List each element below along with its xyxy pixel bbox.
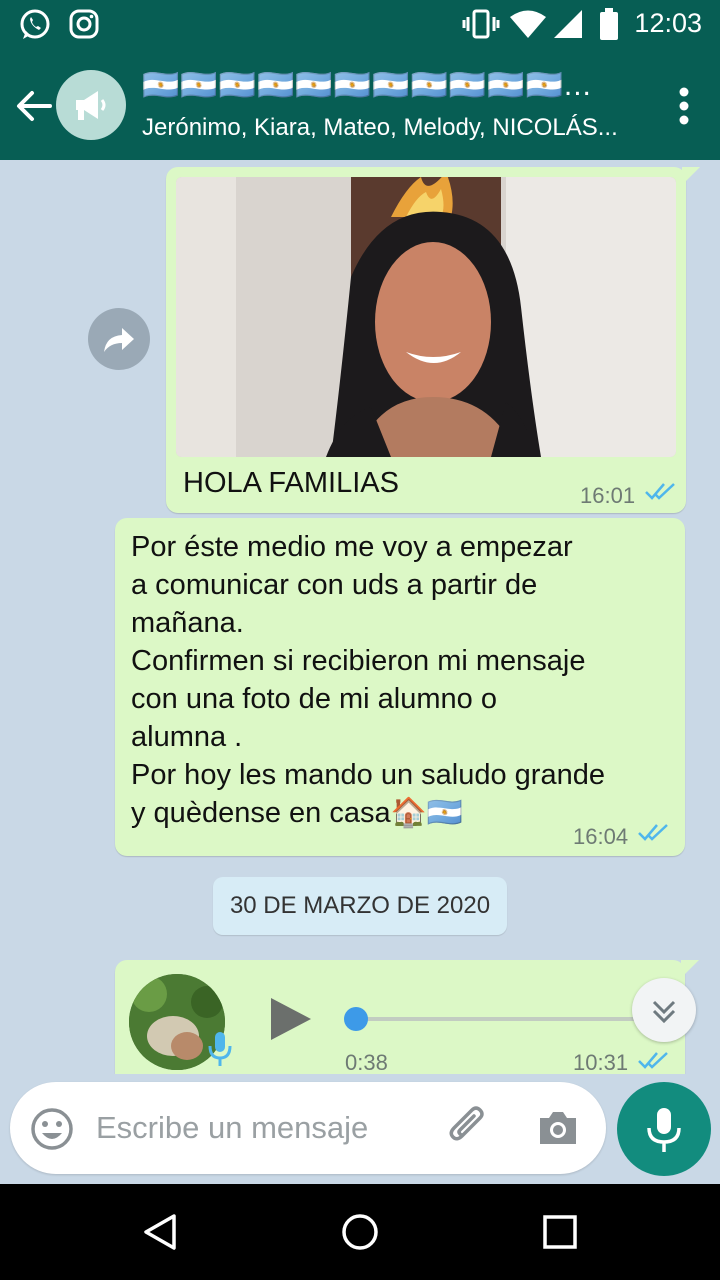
nav-back-icon[interactable] [140, 1212, 180, 1252]
bubble-tail [681, 960, 699, 978]
forward-button[interactable] [88, 308, 150, 370]
microphone-badge-icon [208, 1032, 232, 1066]
shared-photo[interactable] [176, 177, 676, 457]
group-members[interactable]: Jerónimo, Kiara, Mateo, Melody, NICOLÁS.… [142, 114, 642, 142]
read-receipt-icon [645, 483, 675, 500]
battery-icon [600, 8, 618, 40]
nav-recents-icon[interactable] [542, 1214, 578, 1250]
message-line: y quèdense en casa🏠🇦🇷 [131, 797, 463, 829]
clock: 12:03 [634, 8, 702, 38]
audio-progress-thumb[interactable] [344, 1007, 368, 1031]
chat-area[interactable]: HOLA FAMILIAS 16:01 Por éste medio me vo… [0, 160, 720, 1074]
signal-icon [554, 10, 582, 38]
message-text: Por éste medio me voy a empezar a comuni… [131, 528, 605, 832]
overflow-menu-icon[interactable] [678, 86, 690, 126]
message-line: alumna . [131, 721, 243, 753]
scroll-to-bottom-button[interactable] [632, 978, 696, 1042]
emoji-icon[interactable] [30, 1107, 74, 1151]
back-arrow-icon[interactable] [14, 86, 54, 126]
read-receipt-icon [638, 824, 668, 841]
message-line: Confirmen si recibieron mi mensaje [131, 645, 586, 677]
message-line: a comunicar con uds a partir de [131, 569, 538, 601]
microphone-icon [647, 1108, 681, 1152]
vibrate-icon [462, 9, 500, 39]
message-line: Por éste medio me voy a empezar [131, 531, 573, 563]
chat-header: 🇦🇷🇦🇷🇦🇷🇦🇷🇦🇷🇦🇷🇦🇷🇦🇷🇦🇷🇦🇷🇦🇷... Jerónimo, Kiar… [0, 48, 720, 160]
attach-icon[interactable] [448, 1106, 492, 1150]
wifi-icon [510, 10, 546, 38]
message-composer[interactable]: Escribe un mensaje [10, 1082, 606, 1174]
message-line: mañana. [131, 607, 244, 639]
message-time: 10:31 [573, 1050, 629, 1074]
voice-record-button[interactable] [617, 1082, 711, 1176]
photo-image [176, 177, 676, 457]
image-message[interactable]: HOLA FAMILIAS 16:01 [166, 167, 700, 513]
system-nav-bar [0, 1184, 720, 1280]
voice-message[interactable]: 0:38 10:31 [115, 960, 699, 1074]
message-time: 16:04 [573, 824, 629, 849]
text-message[interactable]: Por éste medio me voy a empezar a comuni… [115, 518, 685, 856]
image-caption: HOLA FAMILIAS [183, 467, 399, 499]
play-icon[interactable] [265, 994, 315, 1044]
whatsapp-icon [20, 9, 50, 39]
camera-icon[interactable] [536, 1108, 580, 1148]
voice-duration: 0:38 [345, 1050, 388, 1074]
forward-icon [104, 328, 134, 352]
message-time: 16:01 [580, 483, 636, 508]
read-receipt-icon [638, 1052, 668, 1069]
megaphone-icon [76, 91, 106, 120]
bubble-tail [682, 167, 700, 185]
message-input[interactable]: Escribe un mensaje [96, 1110, 368, 1146]
date-divider: 30 DE MARZO DE 2020 [213, 877, 507, 935]
instagram-icon [69, 9, 99, 39]
audio-progress-track[interactable] [345, 1017, 645, 1021]
double-chevron-down-icon [652, 1000, 676, 1024]
message-line: Por hoy les mando un saludo grande [131, 759, 605, 791]
status-bar: 12:03 [0, 0, 720, 48]
group-avatar[interactable] [56, 70, 126, 140]
message-line: con una foto de mi alumno o [131, 683, 497, 715]
group-title[interactable]: 🇦🇷🇦🇷🇦🇷🇦🇷🇦🇷🇦🇷🇦🇷🇦🇷🇦🇷🇦🇷🇦🇷... [142, 68, 622, 103]
nav-home-icon[interactable] [340, 1212, 380, 1252]
